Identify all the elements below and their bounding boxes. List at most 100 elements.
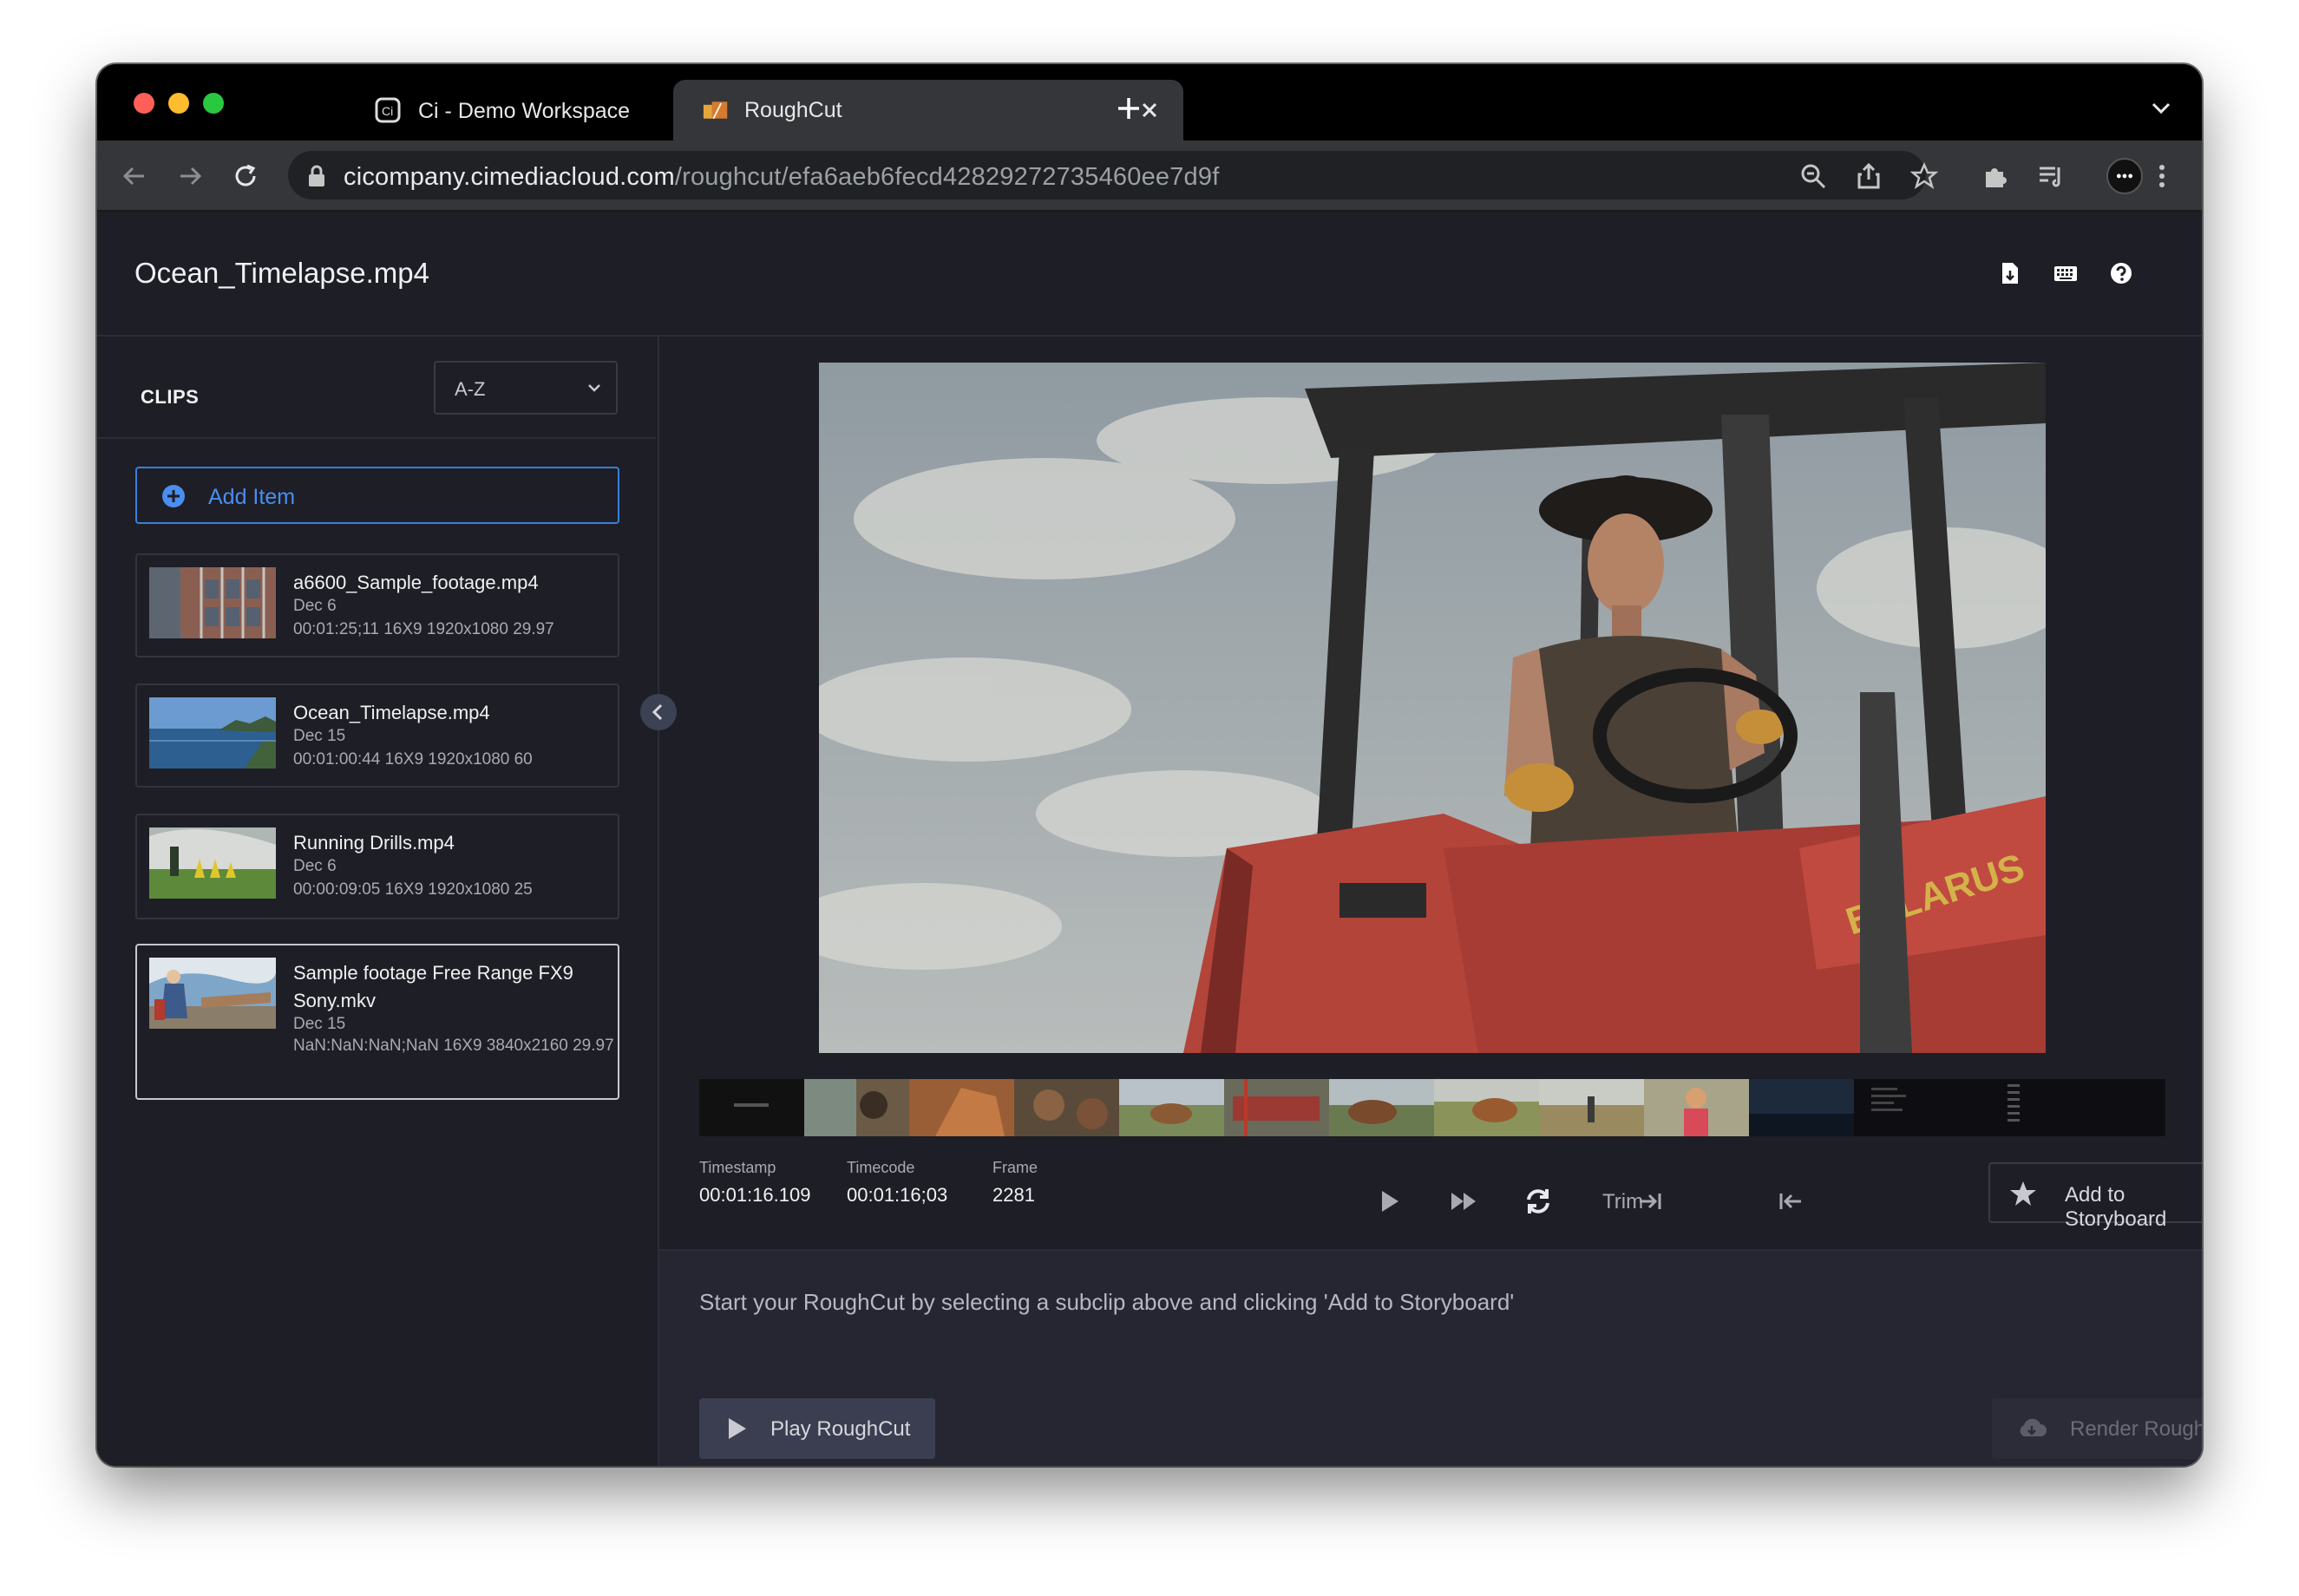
bookmark-star-icon[interactable] [1910,162,1938,190]
help-question-icon[interactable] [2108,260,2134,286]
add-to-storyboard-button[interactable]: Add to Storyboard [1988,1162,2202,1231]
loop-icon[interactable] [1523,1187,1553,1216]
play-roughcut-label: Play RoughCut [770,1417,911,1441]
filmstrip-frame [1749,1079,1854,1136]
clip-meta: 00:01:25;11 16X9 1920x1080 29.97 [293,620,554,638]
zoom-icon[interactable] [1799,162,1827,190]
clip-name: Sample footage Free Range FX9 Sony.mkv [293,962,573,1011]
reload-icon[interactable] [231,161,260,191]
filmstrip-frame [699,1079,804,1136]
clip-card-selected[interactable]: Sample footage Free Range FX9 Sony.mkv D… [135,944,619,1100]
clip-thumbnail [149,827,276,899]
fast-forward-icon[interactable] [1449,1187,1478,1216]
clip-date: Dec 6 [293,857,337,875]
tab-title: RoughCut [744,97,842,122]
clip-date: Dec 15 [293,727,346,745]
filmstrip-frame [1434,1079,1539,1136]
filmstrip-frame [2064,1079,2165,1136]
close-window-button[interactable] [134,93,154,114]
url-path: /roughcut/efa6aeb6fecd42829272735460ee7d… [674,163,1220,191]
filmstrip-frame [804,1079,909,1136]
storyboard-panel: Start your RoughCut by selecting a subcl… [659,1249,2202,1466]
share-icon[interactable] [1855,162,1883,190]
timecode-label: Timecode [847,1159,915,1176]
clip-card[interactable]: Running Drills.mp4 Dec 6 00:00:09:05 16X… [135,814,619,919]
filmstrip-frame [1644,1079,1749,1136]
sort-value: A-Z [455,378,486,400]
play-roughcut-button[interactable]: Play RoughCut [699,1398,935,1459]
more-vertical-icon[interactable] [2148,162,2176,190]
clip-name: Running Drills.mp4 [293,832,455,854]
play-icon[interactable] [1374,1187,1404,1216]
sort-dropdown[interactable]: A-Z [434,361,618,415]
timestamp-label: Timestamp [699,1159,776,1176]
play-icon [729,1418,746,1439]
svg-text:Ci: Ci [382,104,393,118]
download-file-icon[interactable] [1997,260,2023,286]
new-tab-plus-icon[interactable] [1116,95,1142,121]
clip-name: a6600_Sample_footage.mp4 [293,572,539,593]
url-text[interactable]: cicompany.cimediacloud.com/roughcut/efa6… [344,163,1219,192]
minimize-window-button[interactable] [168,93,189,114]
filmstrip-frame [909,1079,1014,1136]
clip-thumbnail [149,958,276,1029]
render-roughcut-label: Render RoughCut [2070,1417,2202,1441]
forward-arrow-icon[interactable] [175,161,205,191]
keyboard-icon[interactable] [2053,260,2079,286]
tab-title: Ci - Demo Workspace [418,99,631,123]
clip-meta: 00:01:00:44 16X9 1920x1080 60 [293,750,533,769]
plus-circle-icon [162,485,185,507]
video-frame[interactable]: BELARUS [819,363,2046,1053]
add-item-button[interactable]: Add Item [135,467,619,524]
tab-roughcut[interactable]: RoughCut [673,80,1183,141]
app-header: Ocean_Timelapse.mp4 [97,212,2202,337]
storyboard-hint: Start your RoughCut by selecting a subcl… [699,1289,1515,1315]
clips-heading: CLIPS [141,386,200,408]
profile-avatar[interactable]: ●●● [2106,158,2143,194]
star-icon [2010,1181,2036,1206]
chevron-down-icon [588,384,600,392]
filmstrip-frame [1854,1079,1959,1136]
back-arrow-icon[interactable] [120,161,149,191]
clip-thumbnail [149,567,276,638]
sidebar-divider [97,437,656,439]
trim-label[interactable]: Trim [1602,1190,1643,1214]
browser-toolbar: cicompany.cimediacloud.com/roughcut/efa6… [97,141,2202,212]
frame-value: 2281 [992,1184,1035,1206]
clip-card[interactable]: Ocean_Timelapse.mp4 Dec 15 00:01:00:44 1… [135,684,619,788]
render-roughcut-button[interactable]: Render RoughCut [1992,1398,2202,1459]
tab-strip: Ci Ci - Demo Workspace RoughCut [97,64,2202,141]
filmstrip-frame [1329,1079,1434,1136]
extensions-puzzle-icon[interactable] [1981,162,2009,190]
lock-icon[interactable] [307,165,326,187]
filmstrip-frame [1119,1079,1224,1136]
filmstrip-frame [1539,1079,1644,1136]
add-item-label: Add Item [208,485,296,509]
frame-readout: Frame 2281 [992,1159,1038,1207]
player-area: BELARUS Timestamp 00:01:16.109 Timecode … [659,337,2202,1466]
reading-list-icon[interactable] [2037,162,2065,190]
add-to-storyboard-label: Add to Storyboard [2065,1183,2167,1231]
maximize-window-button[interactable] [203,93,224,114]
clip-meta: 00:00:09:05 16X9 1920x1080 25 [293,880,533,899]
set-out-point-icon[interactable] [1775,1187,1804,1216]
tab-search-chevron-icon[interactable] [2150,99,2172,116]
clip-date: Dec 6 [293,597,337,615]
clip-meta: NaN:NaN:NaN;NaN 16X9 3840x2160 29.97 [293,1037,614,1055]
filmstrip-timeline[interactable] [699,1079,2165,1136]
filmstrip-frame [1959,1079,2064,1136]
clip-name: Ocean_Timelapse.mp4 [293,702,490,723]
timecode-value: 00:01:16;03 [847,1184,948,1206]
filmstrip-frame [1224,1079,1329,1136]
playhead[interactable] [1244,1079,1248,1136]
clip-thumbnail [149,697,276,769]
timestamp-readout: Timestamp 00:01:16.109 [699,1159,810,1207]
frame-label: Frame [992,1159,1038,1176]
roughcut-favicon-icon [703,97,729,123]
clip-card[interactable]: a6600_Sample_footage.mp4 Dec 6 00:01:25;… [135,553,619,657]
browser-window: Ci Ci - Demo Workspace RoughCut cicompan… [97,64,2202,1466]
cloud-download-icon [2020,1418,2047,1436]
timecode-readout: Timecode 00:01:16;03 [847,1159,947,1207]
page-title: Ocean_Timelapse.mp4 [134,257,429,289]
clips-sidebar: CLIPS A-Z Add Item a6600_Sample_footage.… [97,337,659,1466]
